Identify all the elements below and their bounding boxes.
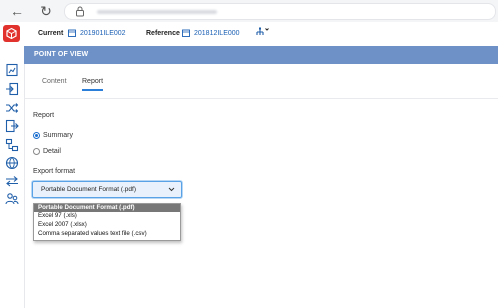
cube-icon: [6, 27, 17, 40]
summary-radio[interactable]: [33, 132, 40, 139]
chevron-down-icon: [168, 187, 175, 192]
import-icon[interactable]: [5, 82, 19, 96]
export-format-dropdown-list: Portable Document Format (.pdf) Excel 97…: [33, 203, 181, 241]
report-section-label: Report: [33, 112, 55, 119]
app-logo[interactable]: [3, 25, 20, 42]
tab-content[interactable]: Content: [42, 78, 67, 85]
hierarchy-icon[interactable]: [256, 27, 270, 39]
export-format-label: Export format: [33, 168, 76, 175]
point-of-view-titlebar: POINT OF VIEW: [24, 46, 498, 64]
detail-radio[interactable]: [33, 148, 40, 155]
browser-toolbar: ← ↻: [0, 0, 498, 23]
panel-title: POINT OF VIEW: [34, 51, 89, 58]
active-tab-indicator: [82, 89, 103, 91]
shuffle-icon[interactable]: [5, 101, 19, 115]
pov-selector-header: Current 201901ILE002 Reference 201812ILE…: [24, 22, 498, 47]
reference-label: Reference: [146, 30, 180, 37]
reference-period-link[interactable]: 201812ILE000: [194, 30, 240, 37]
export-format-selected-value: Portable Document Format (.pdf): [41, 186, 137, 193]
dropdown-option-pdf[interactable]: Portable Document Format (.pdf): [34, 204, 180, 212]
swap-icon[interactable]: [5, 174, 19, 188]
report-icon[interactable]: [5, 63, 19, 77]
current-label: Current: [38, 30, 64, 37]
dropdown-option-xls[interactable]: Excel 97 (.xls): [34, 212, 180, 220]
lock-icon: [76, 6, 84, 17]
tab-report[interactable]: Report: [82, 78, 103, 85]
calendar-icon[interactable]: [182, 29, 190, 37]
url-text-blurred: [97, 10, 217, 14]
calendar-icon[interactable]: [68, 29, 76, 37]
flow-icon[interactable]: [5, 138, 19, 152]
arrow-left-icon[interactable]: ←: [9, 3, 25, 19]
globe-icon[interactable]: [5, 156, 19, 170]
export-icon[interactable]: [5, 119, 19, 133]
dropdown-option-xlsx[interactable]: Excel 2007 (.xlsx): [34, 221, 180, 229]
dropdown-option-csv[interactable]: Comma separated values text file (.csv): [34, 230, 180, 238]
tabs-divider: [24, 98, 498, 99]
summary-radio-label[interactable]: Summary: [43, 132, 73, 139]
people-icon[interactable]: [5, 192, 19, 206]
left-sidebar: [0, 22, 25, 308]
reload-icon[interactable]: ↻: [38, 3, 54, 19]
current-period-link[interactable]: 201901ILE002: [80, 30, 126, 37]
export-format-select[interactable]: Portable Document Format (.pdf): [32, 181, 182, 198]
detail-radio-label[interactable]: Detail: [43, 148, 61, 155]
address-bar[interactable]: [64, 3, 496, 20]
